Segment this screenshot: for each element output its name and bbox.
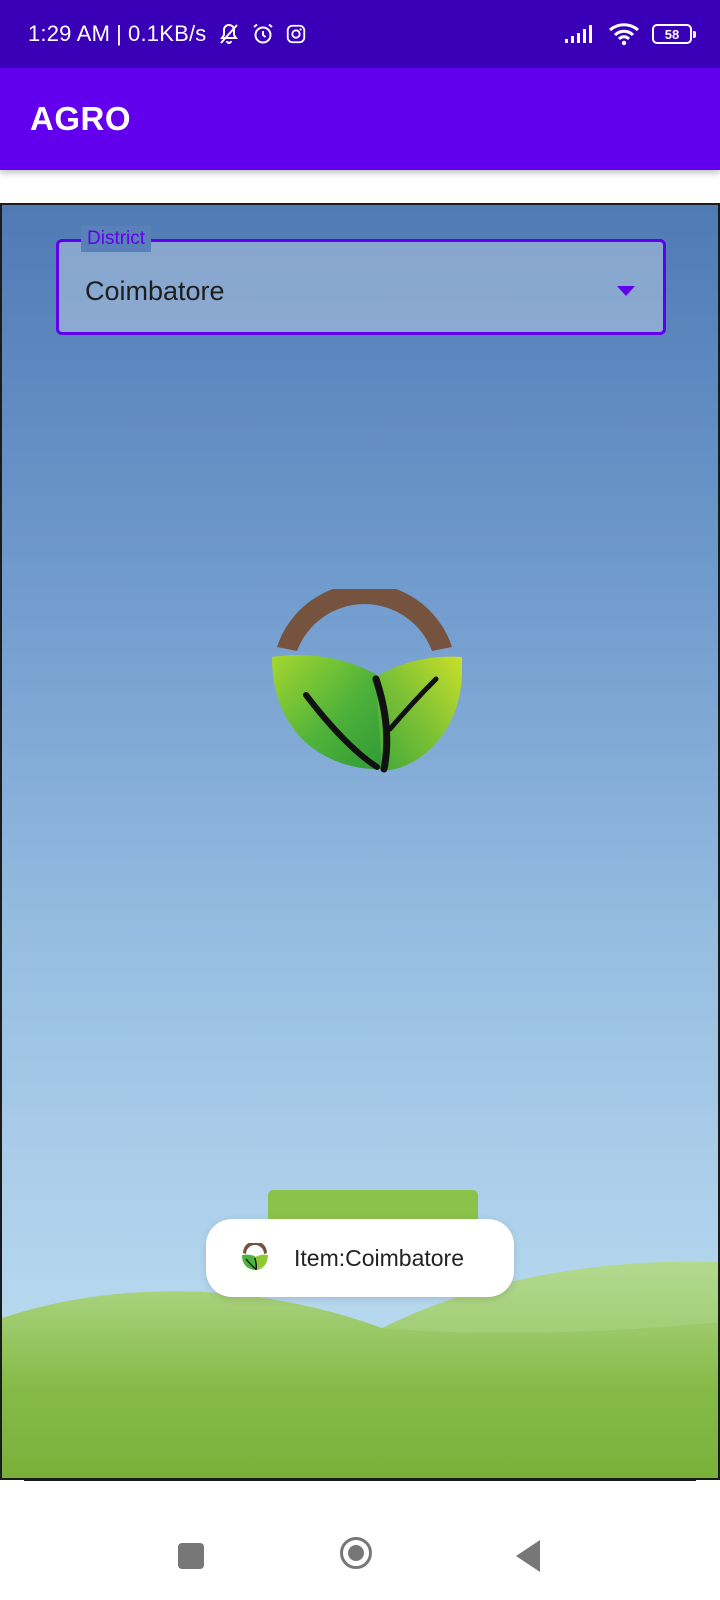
battery-level: 58 [664,26,680,42]
toast-message: Item:Coimbatore [206,1219,514,1297]
dropdown-arrow-icon [617,286,635,296]
wifi-icon [609,23,639,46]
status-right: 58 [564,22,696,46]
back-triangle-icon[interactable] [516,1540,540,1572]
district-label: District [81,226,152,252]
status-separator: | [116,21,123,46]
instagram-icon [286,24,305,44]
agro-logo [272,589,462,773]
status-bar: 1:29 AM | 0.1KB/s 58 [0,0,720,68]
status-network-speed: 0.1KB/s [128,21,207,46]
app-logo-icon [242,1243,268,1271]
navigation-bar [0,1500,720,1600]
signal-icon [565,25,592,43]
alarm-icon [252,23,273,44]
status-left: 1:29 AM | 0.1KB/s [28,21,307,47]
app-bar: AGRO [0,68,720,170]
content-bottom-divider [24,1479,696,1481]
district-selected-value: Coimbatore [85,276,225,306]
toast-text: Item:Coimbatore [294,1244,465,1271]
app-title: AGRO [30,100,131,137]
district-dropdown[interactable]: District Coimbatore [56,226,666,335]
battery-icon: 58 [652,24,696,44]
status-time: 1:29 AM [28,21,111,46]
recents-square-icon[interactable] [178,1543,204,1569]
home-circle-icon[interactable] [340,1537,372,1569]
notifications-off-icon [219,23,238,44]
